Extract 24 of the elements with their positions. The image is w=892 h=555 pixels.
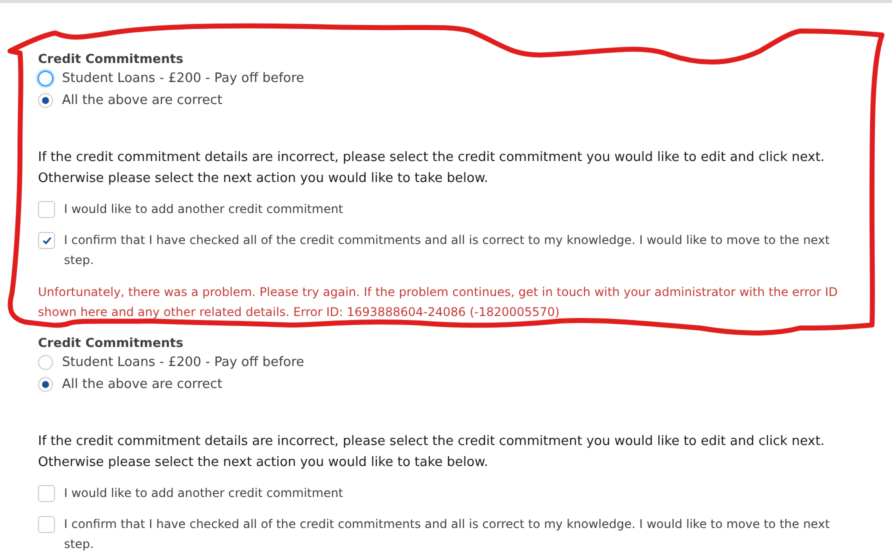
radio-label: Student Loans - £200 - Pay off before (62, 355, 304, 370)
radio-button[interactable] (38, 71, 53, 86)
radio-button[interactable] (38, 376, 53, 392)
checkbox-label: I would like to add another credit commitment (64, 485, 344, 502)
radio-button[interactable] (38, 92, 53, 108)
checkbox-label: I would like to add another credit commitment (64, 201, 344, 218)
checkmark-icon (42, 236, 52, 245)
instruction-text: If the credit commitment details are incorrect, please select the credit commitment you would like to edit and click next. (38, 149, 826, 167)
radio-label: All the above are correct (62, 376, 222, 392)
checkbox[interactable] (38, 232, 55, 249)
instruction-text: Otherwise please select the next action you would like to take below. (38, 454, 490, 472)
radio-label: Student Loans - £200 - Pay off before (62, 71, 304, 86)
section-title: Credit Commitments (38, 334, 184, 352)
checkbox-label: I confirm that I have checked all of the credit commitments and all is correct to my knowledge. I would like to move to the next step. (64, 516, 831, 553)
checkbox[interactable] (38, 485, 55, 502)
radio-label: All the above are correct (62, 92, 222, 108)
instruction-text: If the credit commitment details are incorrect, please select the credit commitment you would like to edit and click next. (38, 433, 826, 451)
checkbox-label: I confirm that I have checked all of the credit commitments and all is correct to my knowledge. I would like to move to the next step. (64, 232, 831, 269)
section-title: Credit Commitments (38, 50, 184, 68)
checkbox[interactable] (38, 201, 55, 218)
checkbox[interactable] (38, 516, 55, 533)
radio-button[interactable] (38, 355, 53, 370)
instruction-text: Otherwise please select the next action you would like to take below. (38, 170, 490, 188)
error-message: Unfortunately, there was a problem. Please try again. If the problem continues, get in touch with your administrator with the error ID shown here and any other related details. Error ID: 1693888604-24086 (-1820005570) (38, 284, 839, 321)
